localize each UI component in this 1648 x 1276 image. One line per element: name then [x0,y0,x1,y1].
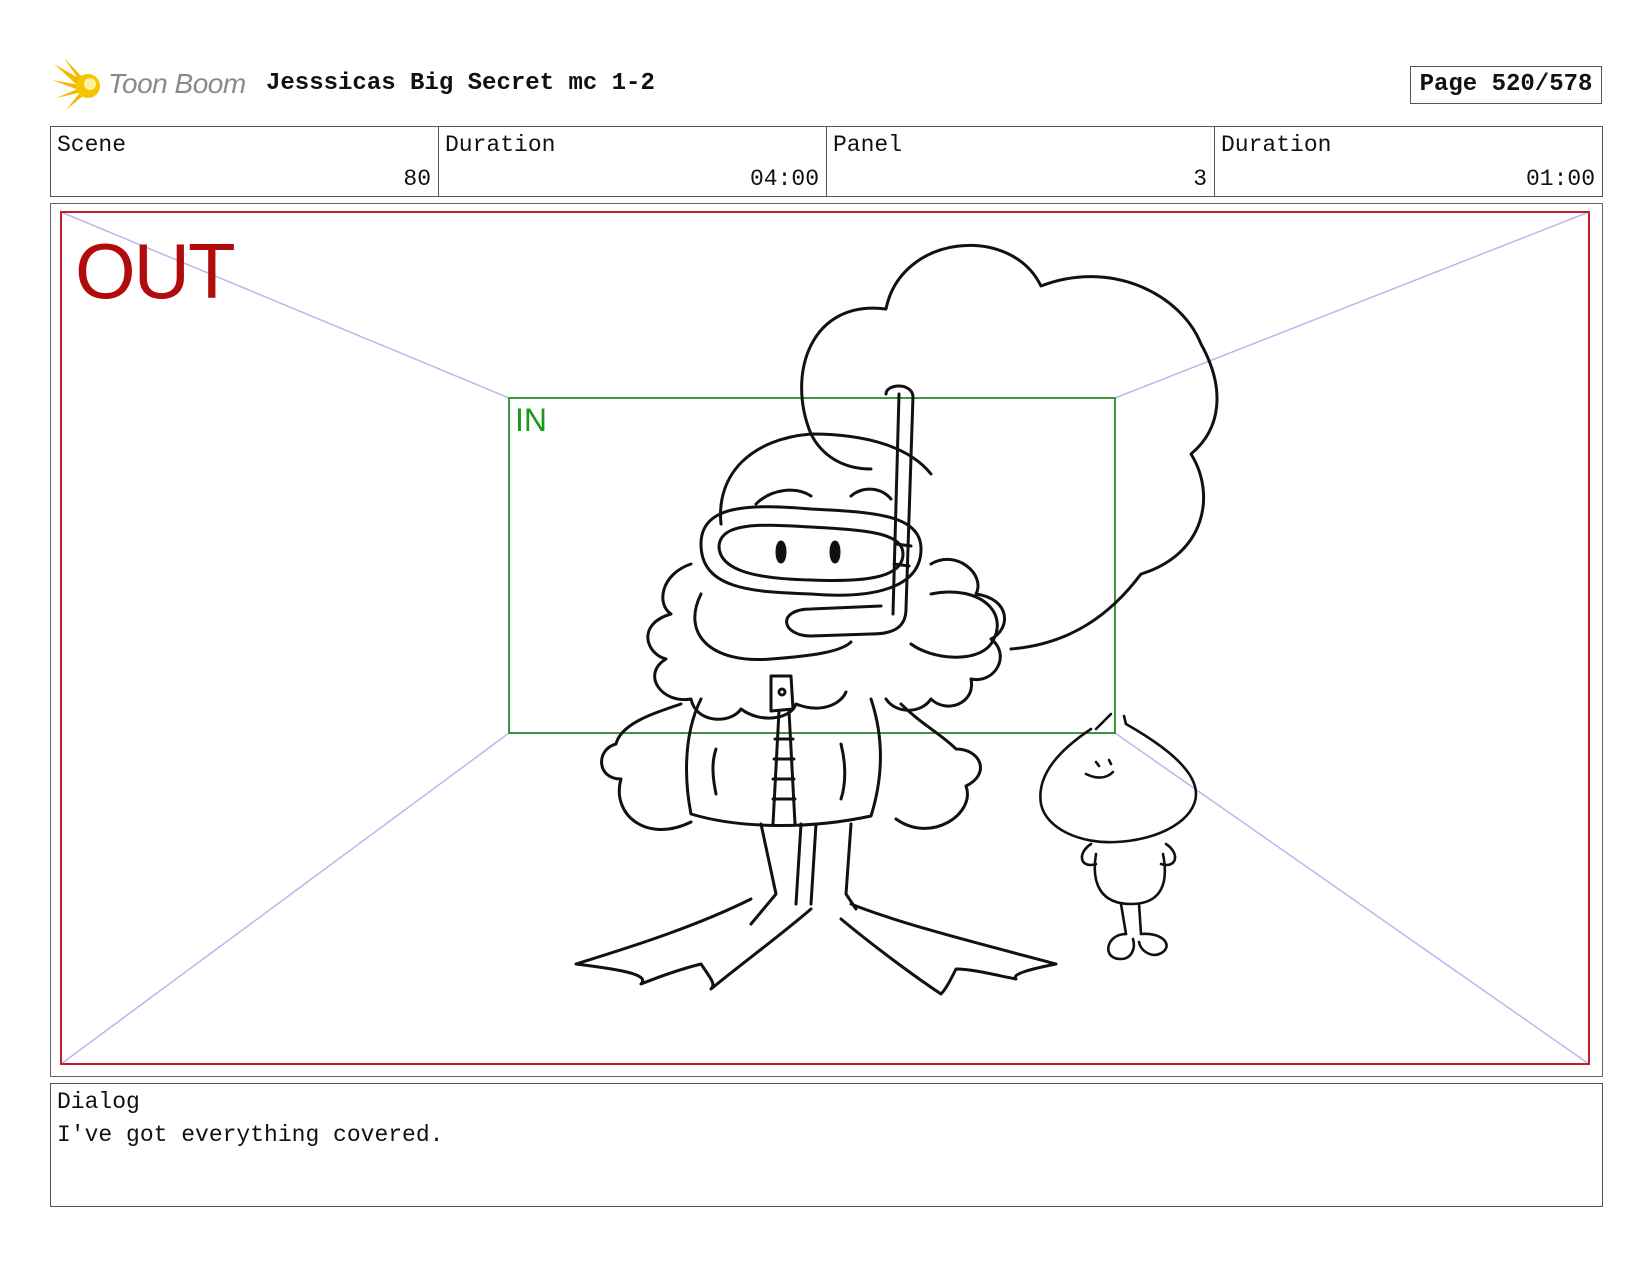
dialog-text: I've got everything covered. [57,1122,444,1148]
scene-value: 80 [403,166,431,192]
out-frame [60,211,1590,1065]
sidekick-character-drawing [1039,712,1198,961]
panel-duration-label: Duration [1221,132,1332,158]
scene-duration-label: Duration [445,132,556,158]
panel-artwork [60,211,1590,1065]
storyboard-panel: OUT IN [50,203,1603,1077]
panel-duration-cell: Duration 01:00 [1215,127,1602,196]
panel-cell: Panel 3 [827,127,1215,196]
scene-duration-value: 04:00 [749,166,819,192]
brand-name: Toon Boom [108,68,246,99]
panel-label: Panel [833,132,903,158]
diver-character-drawing [574,243,1219,996]
toon-boom-logo: Toon Boom [52,58,252,114]
in-label: IN [515,402,547,438]
out-label: OUT [75,227,236,315]
scene-duration-cell: Duration 04:00 [439,127,827,196]
scene-label: Scene [57,132,127,158]
toon-boom-star-icon [52,58,100,110]
in-frame [508,397,1116,734]
scene-cell: Scene 80 [51,127,439,196]
panel-duration-value: 01:00 [1525,166,1595,192]
panel-value: 3 [1193,166,1207,192]
scene-info-table: Scene 80 Duration 04:00 Panel 3 Duration… [50,126,1603,197]
page-number: Page 520/578 [1410,66,1602,104]
perspective-guides [60,211,1590,1065]
document-title: Jesssicas Big Secret mc 1-2 [266,70,655,97]
dialog-box: Dialog I've got everything covered. [50,1083,1603,1207]
dialog-label: Dialog [57,1089,140,1115]
